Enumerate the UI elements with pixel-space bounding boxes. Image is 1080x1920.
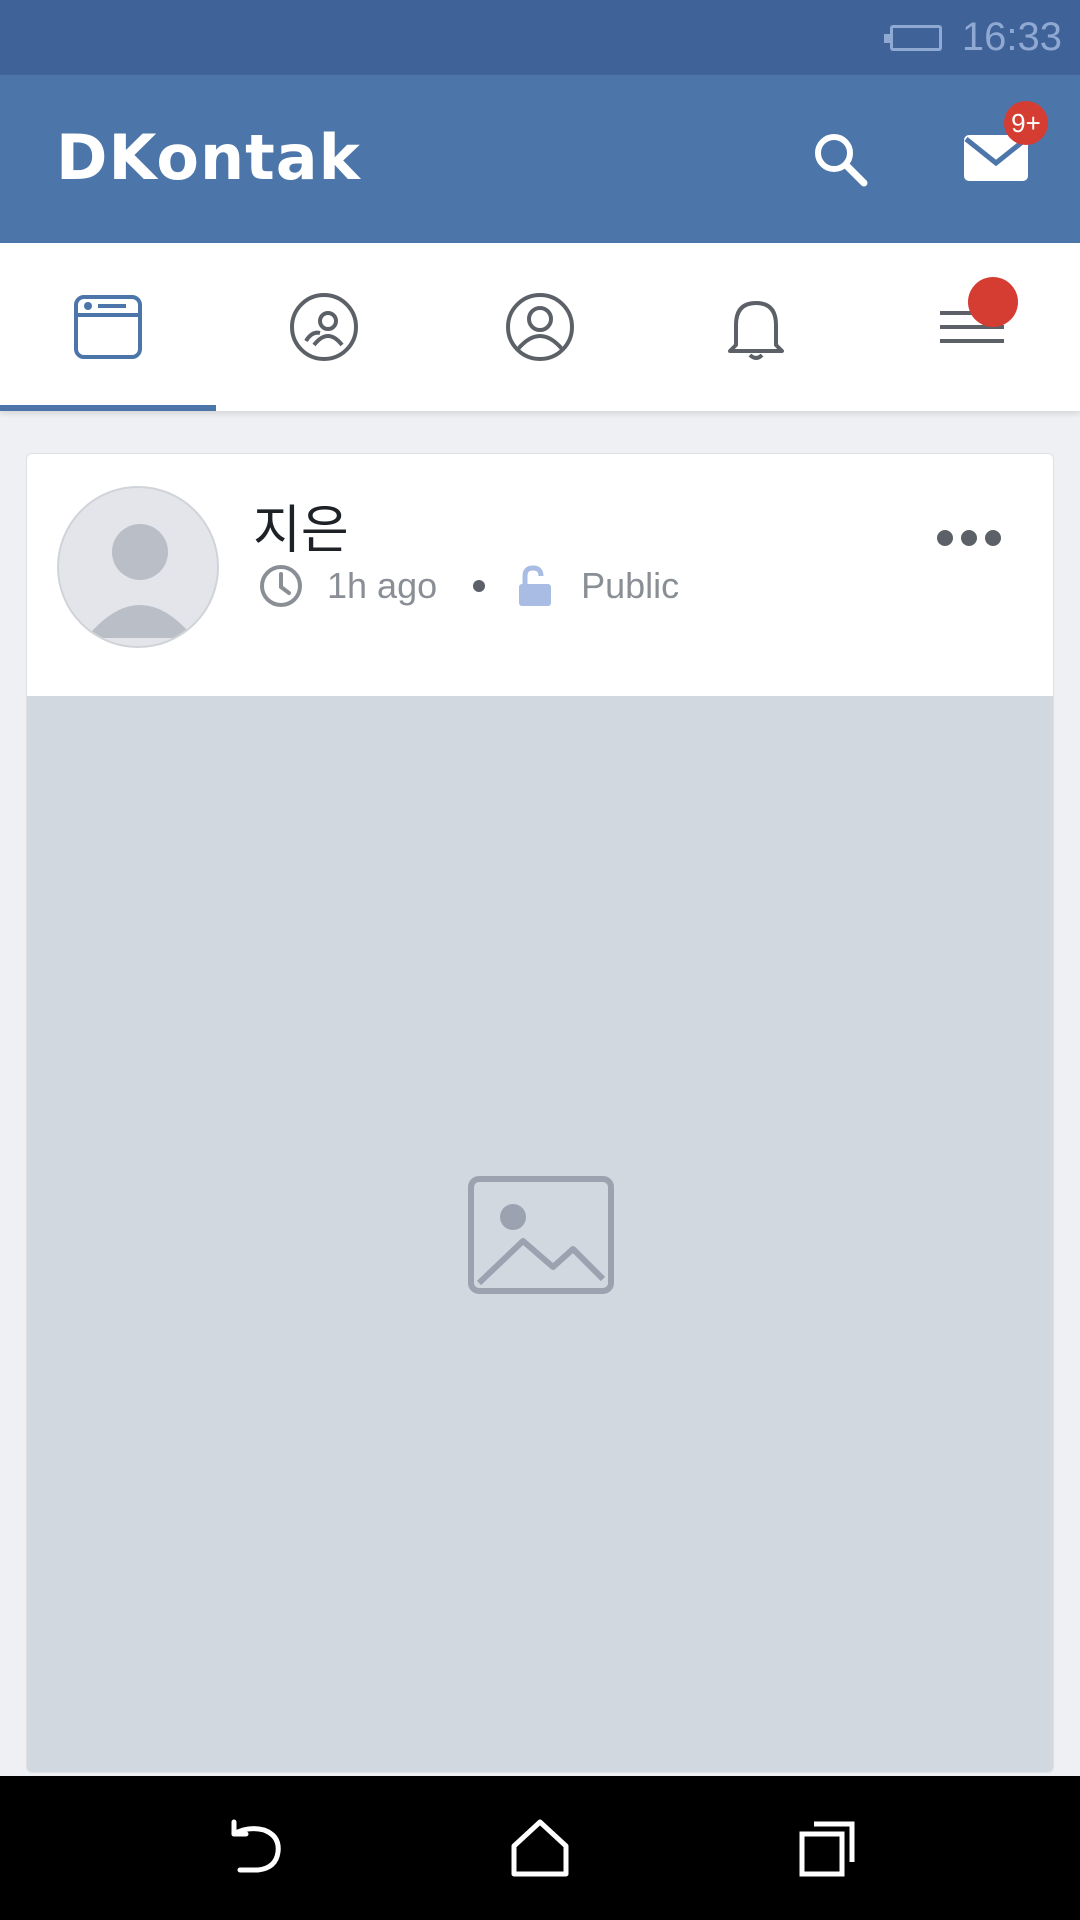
app-header: DKontak 9+ <box>0 75 1080 243</box>
tab-bar <box>0 243 1080 411</box>
home-button[interactable] <box>504 1812 576 1884</box>
post-time: 1h ago <box>327 565 438 606</box>
profile-icon <box>506 293 574 361</box>
post-privacy: Public <box>581 565 680 606</box>
active-tab-indicator <box>0 405 216 411</box>
news-feed-icon <box>74 295 142 359</box>
status-bar: 16:33 <box>0 0 1080 75</box>
tab-friends[interactable] <box>216 243 432 411</box>
tab-menu[interactable] <box>864 243 1080 411</box>
recents-icon <box>799 1821 855 1877</box>
battery-icon <box>883 24 942 51</box>
post-meta: 1h ago Public <box>257 562 679 610</box>
avatar[interactable] <box>57 486 219 648</box>
tab-notifications[interactable] <box>648 243 864 411</box>
status-time: 16:33 <box>961 15 1062 59</box>
post-author-name[interactable]: 지은 <box>253 488 349 563</box>
unlock-icon <box>519 565 552 606</box>
search-button[interactable] <box>808 127 872 191</box>
friends-icon <box>290 293 358 361</box>
home-icon <box>511 1819 569 1877</box>
more-dot <box>961 530 977 546</box>
image-placeholder-icon <box>468 1176 614 1294</box>
bell-icon <box>728 301 784 360</box>
avatar-placeholder-icon <box>86 524 194 638</box>
meta-separator <box>473 580 486 592</box>
tab-news-feed[interactable] <box>0 243 216 411</box>
more-dot <box>937 530 953 546</box>
app-logo: DKontak <box>56 121 361 194</box>
mail-badge: 9+ <box>1004 101 1048 145</box>
more-dot <box>985 530 1001 546</box>
system-nav-bar <box>0 1776 1080 1920</box>
recents-button[interactable] <box>792 1812 864 1884</box>
search-icon <box>815 134 868 187</box>
back-icon <box>231 1819 281 1873</box>
clock-icon <box>260 565 302 607</box>
post-photo[interactable] <box>27 696 1053 1772</box>
back-button[interactable] <box>218 1812 290 1884</box>
post-options-button[interactable] <box>937 530 1001 546</box>
tab-profile[interactable] <box>432 243 648 411</box>
post-card: 지은 1h ago Public <box>26 453 1054 1773</box>
menu-notification-dot <box>968 277 1018 327</box>
